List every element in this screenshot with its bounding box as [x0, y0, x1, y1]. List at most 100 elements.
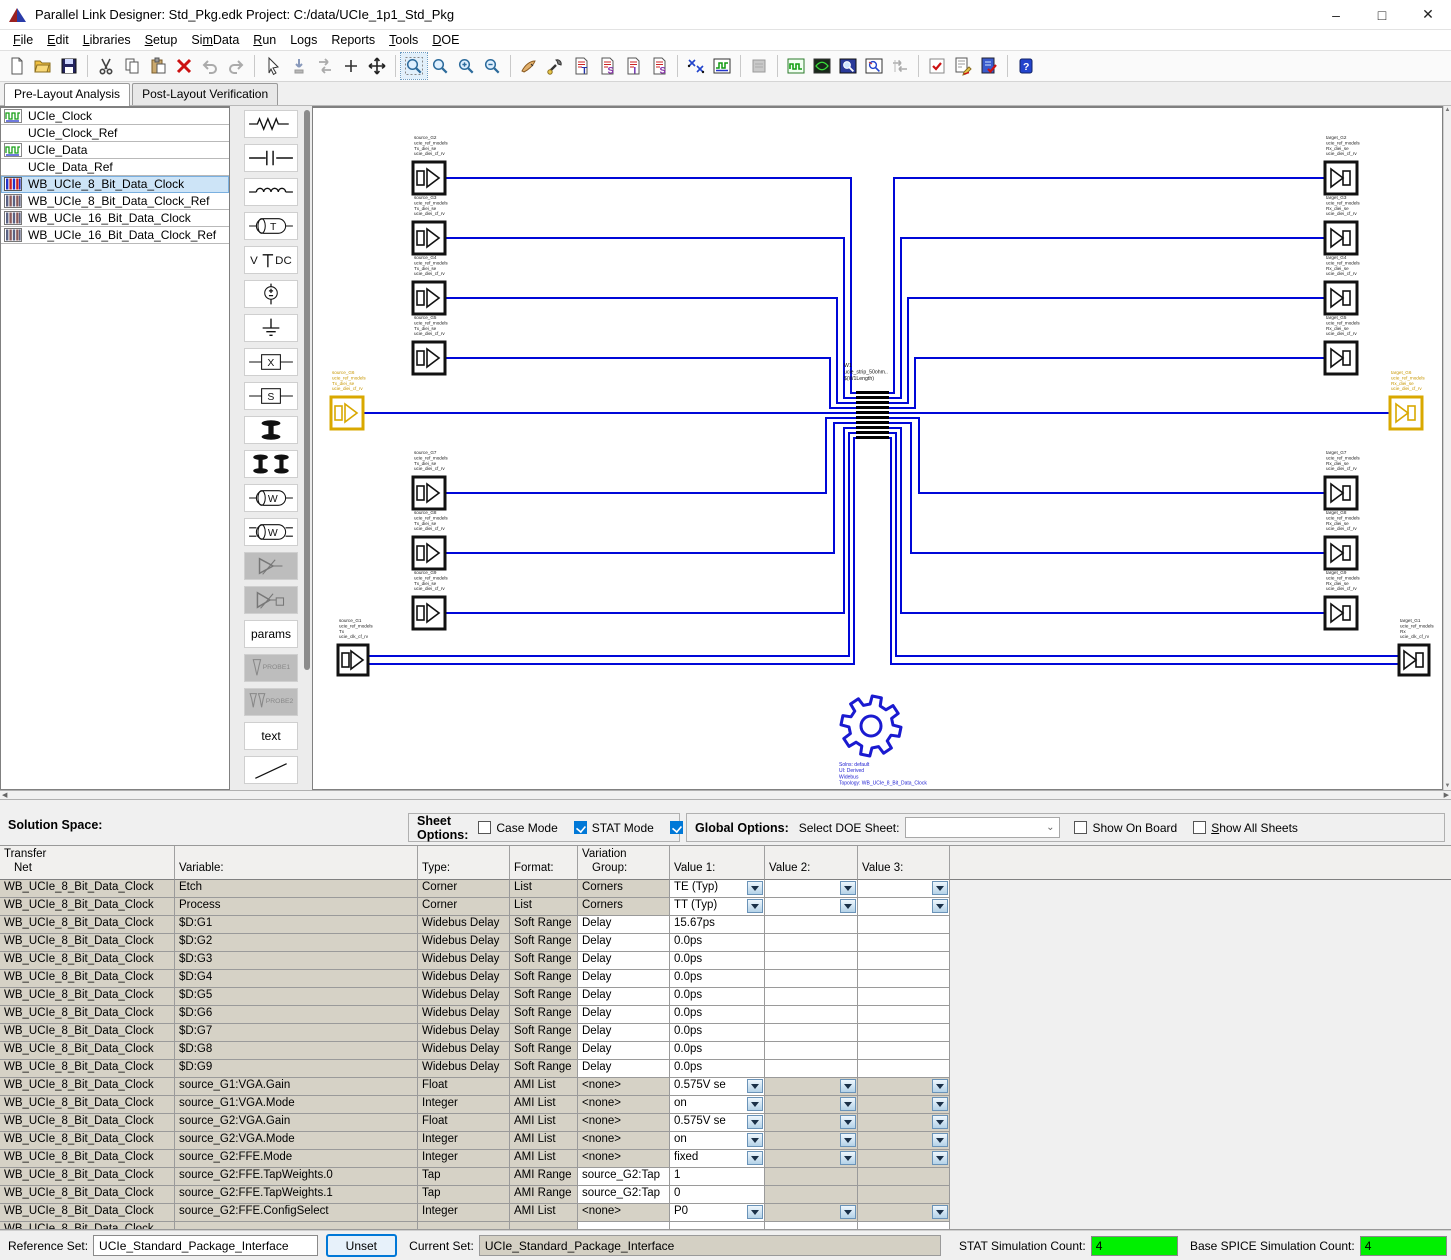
table-row[interactable]: WB_UCIe_8_Bit_Data_Clock$D:G1Widebus Del…	[0, 916, 1451, 934]
tree-item-ucie_data_ref[interactable]: UCIe_Data_Ref	[1, 159, 229, 176]
receiver-target_G8[interactable]: target_G8ucie_ref_modelsRx_diei_seucie_d…	[1325, 510, 1360, 569]
value2-dropdown-button[interactable]	[840, 1205, 856, 1219]
checkbox-show-on-board[interactable]: Show On Board	[1074, 821, 1177, 835]
zoom-out-icon[interactable]	[479, 53, 505, 79]
table-row[interactable]: WB_UCIe_8_Bit_Data_Clocksource_G2:FFE.Ta…	[0, 1186, 1451, 1204]
minimize-button[interactable]: –	[1313, 0, 1359, 29]
cut-icon[interactable]	[93, 53, 119, 79]
digital-wave-icon[interactable]	[783, 53, 809, 79]
receiver-target_G9[interactable]: target_G9ucie_ref_modelsRx_diei_seucie_d…	[1325, 570, 1360, 629]
value3-dropdown-button[interactable]	[932, 1151, 948, 1165]
cell-value3[interactable]	[858, 880, 950, 898]
palette-capacitor-icon[interactable]	[244, 144, 298, 172]
timing-arrows-icon[interactable]	[887, 53, 913, 79]
transmitter-source_G6[interactable]: source_G6ucie_ref_modelsTx_diei_seucie_d…	[331, 370, 366, 429]
save-icon[interactable]	[56, 53, 82, 79]
cell-value3[interactable]	[858, 970, 950, 988]
cell-value2[interactable]	[765, 952, 858, 970]
palette-wline-coupled-icon[interactable]: W	[244, 518, 298, 546]
value2-dropdown-button[interactable]	[840, 1133, 856, 1147]
cell-value3[interactable]	[858, 898, 950, 916]
palette-params-icon[interactable]: params	[244, 620, 298, 648]
menu-file[interactable]: File	[6, 31, 40, 49]
transmitter-source_G5[interactable]: source_G5ucie_ref_modelsTx_diei_seucie_d…	[413, 315, 448, 374]
value3-dropdown-button[interactable]	[932, 1115, 948, 1129]
delete-icon[interactable]	[171, 53, 197, 79]
cell-value3[interactable]	[858, 1168, 950, 1186]
palette-sblock-icon[interactable]: S	[244, 382, 298, 410]
table-row[interactable]: WB_UCIe_8_Bit_Data_Clocksource_G1:VGA.Ga…	[0, 1078, 1451, 1096]
value2-dropdown-button[interactable]	[840, 899, 856, 913]
value1-dropdown-button[interactable]	[747, 1205, 763, 1219]
receiver-target_G6[interactable]: target_G6ucie_ref_modelsRx_diei_seucie_d…	[1390, 370, 1425, 429]
cell-value1[interactable]: TE (Typ)	[670, 880, 765, 898]
report-i-icon[interactable]: I	[620, 53, 646, 79]
cell-value3[interactable]	[858, 952, 950, 970]
cell-value1[interactable]: 0.0ps	[670, 970, 765, 988]
value2-dropdown-button[interactable]	[840, 1115, 856, 1129]
value3-dropdown-button[interactable]	[932, 881, 948, 895]
canvas-horizontal-scrollbar[interactable]: ◀▶	[0, 790, 1451, 800]
table-row[interactable]: WB_UCIe_8_Bit_Data_ClockEtchCornerListCo…	[0, 880, 1451, 898]
cell-value3[interactable]	[858, 988, 950, 1006]
copy-icon[interactable]	[119, 53, 145, 79]
cell-value2[interactable]	[765, 1186, 858, 1204]
cell-value1[interactable]: 15.67ps	[670, 916, 765, 934]
value3-dropdown-button[interactable]	[932, 1205, 948, 1219]
waveform-viewer-icon[interactable]	[709, 53, 735, 79]
transmitter-source_G3[interactable]: source_G3ucie_ref_modelsTx_diei_seucie_d…	[413, 195, 448, 254]
cell-value3[interactable]	[858, 1186, 950, 1204]
menu-tools[interactable]: Tools	[382, 31, 425, 49]
value1-dropdown-button[interactable]	[747, 1133, 763, 1147]
select-pointer-icon[interactable]	[260, 53, 286, 79]
table-row[interactable]: WB_UCIe_8_Bit_Data_Clock$D:G5Widebus Del…	[0, 988, 1451, 1006]
table-row[interactable]: WB_UCIe_8_Bit_Data_Clocksource_G2:VGA.Ga…	[0, 1114, 1451, 1132]
table-row[interactable]: WB_UCIe_8_Bit_Data_Clock$D:G3Widebus Del…	[0, 952, 1451, 970]
transmitter-source_G1[interactable]: source_G1ucie_ref_modelsTxucie_clk_cf_rv	[338, 618, 373, 675]
cell-value3[interactable]	[858, 1042, 950, 1060]
receiver-target_G3[interactable]: target_G3ucie_ref_modelsRx_diei_seucie_d…	[1325, 195, 1360, 254]
cell-value1[interactable]: on	[670, 1132, 765, 1150]
cell-value1[interactable]: 0.575V se	[670, 1114, 765, 1132]
table-row[interactable]: WB_UCIe_8_Bit_Data_Clock$D:G8Widebus Del…	[0, 1042, 1451, 1060]
tab-pre-layout-analysis[interactable]: Pre-Layout Analysis	[4, 83, 130, 106]
help-icon[interactable]: ?	[1013, 53, 1039, 79]
view-sim-icon[interactable]	[861, 53, 887, 79]
value1-dropdown-button[interactable]	[747, 1097, 763, 1111]
cell-value3[interactable]	[858, 1024, 950, 1042]
tree-item-ucie_data[interactable]: UCIe_Data	[1, 142, 229, 159]
menu-doe[interactable]: DOE	[425, 31, 466, 49]
tree-item-wb_ucie_8_bit_data_clock_ref[interactable]: WB_UCIe_8_Bit_Data_Clock_Ref	[1, 193, 229, 210]
cell-value2[interactable]	[765, 1078, 858, 1096]
probe-net-icon[interactable]	[683, 53, 709, 79]
value3-dropdown-button[interactable]	[932, 899, 948, 913]
cell-value2[interactable]	[765, 970, 858, 988]
menu-reports[interactable]: Reports	[324, 31, 382, 49]
menu-logs[interactable]: Logs	[283, 31, 324, 49]
value2-dropdown-button[interactable]	[840, 1097, 856, 1111]
cell-value3[interactable]	[858, 1096, 950, 1114]
transmitter-source_G8[interactable]: source_G8ucie_ref_modelsTx_diei_seucie_d…	[413, 510, 448, 569]
palette-resistor-icon[interactable]	[244, 110, 298, 138]
table-row[interactable]: WB_UCIe_8_Bit_Data_Clock$D:G4Widebus Del…	[0, 970, 1451, 988]
checkbox-show-all-sheets[interactable]: Show All Sheets	[1193, 821, 1298, 835]
cell-value2[interactable]	[765, 988, 858, 1006]
receiver-target_G2[interactable]: target_G2ucie_ref_modelsRx_diei_seucie_d…	[1325, 135, 1360, 194]
cell-value1[interactable]: TT (Typ)	[670, 898, 765, 916]
pan-icon[interactable]	[364, 53, 390, 79]
receiver-target_G5[interactable]: target_G5ucie_ref_modelsRx_diei_seucie_d…	[1325, 315, 1360, 374]
table-row[interactable]: WB_UCIe_8_Bit_Data_Clocksource_G2:FFE.Co…	[0, 1204, 1451, 1222]
tree-item-ucie_clock_ref[interactable]: UCIe_Clock_Ref	[1, 125, 229, 142]
assign-net-icon[interactable]	[286, 53, 312, 79]
table-row[interactable]: WB_UCIe_8_Bit_Data_Clock$D:G9Widebus Del…	[0, 1060, 1451, 1078]
schematic-canvas[interactable]: W1ucie_strip_50ohm..$(W1Length)Solns: de…	[312, 106, 1443, 790]
cell-value1[interactable]: 1	[670, 1168, 765, 1186]
cell-value2[interactable]	[765, 1150, 858, 1168]
report-s-icon[interactable]: S	[594, 53, 620, 79]
palette-inductor-icon[interactable]	[244, 178, 298, 206]
paste-icon[interactable]	[145, 53, 171, 79]
menu-simdata[interactable]: SimData	[184, 31, 246, 49]
menu-run[interactable]: Run	[246, 31, 283, 49]
cell-value2[interactable]	[765, 916, 858, 934]
value1-dropdown-button[interactable]	[747, 881, 763, 895]
